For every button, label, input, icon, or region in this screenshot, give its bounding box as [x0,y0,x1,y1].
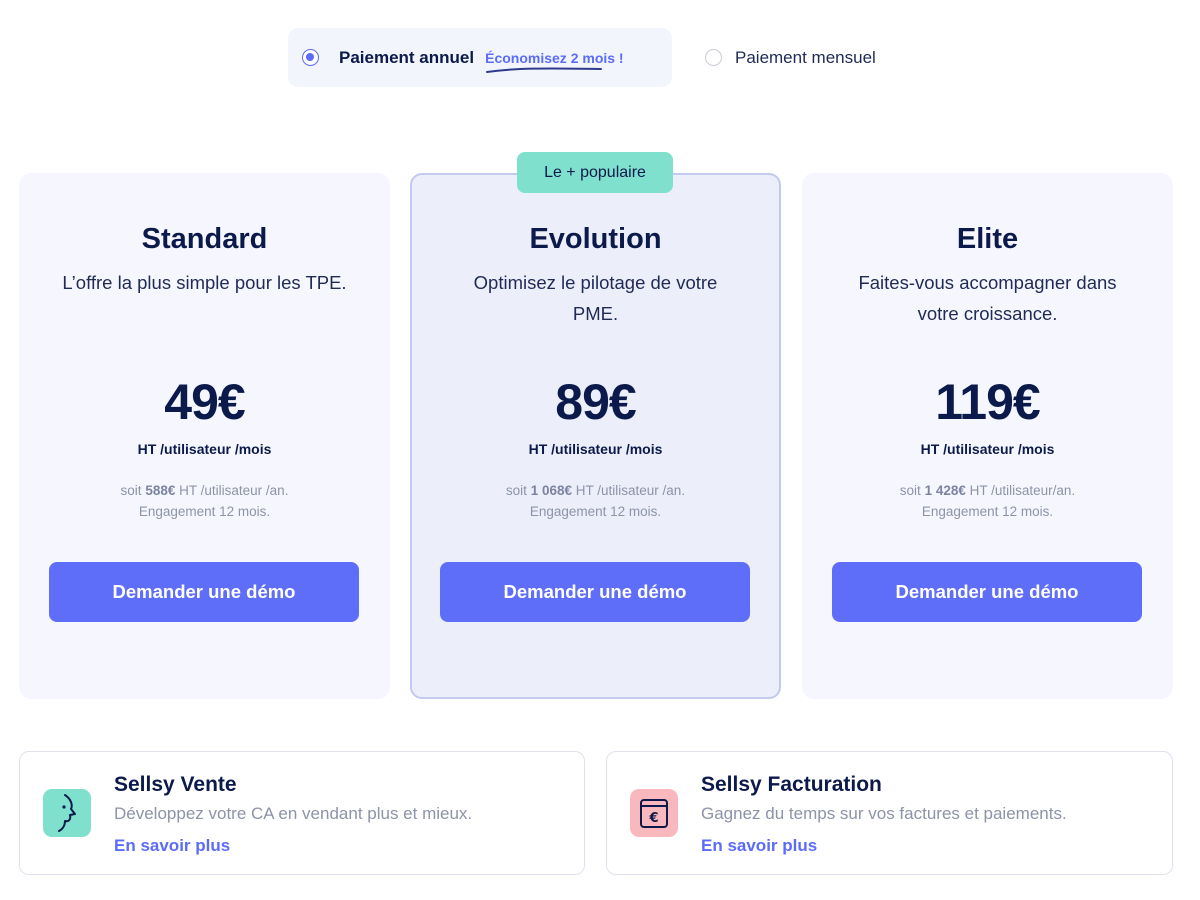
annual-suffix: HT /utilisateur/an. [969,483,1076,498]
annual-amount: 588€ [145,483,176,498]
savings-text: Économisez 2 mois ! [485,49,624,66]
billing-annual-option[interactable]: Paiement annuel Économisez 2 mois ! [288,28,672,87]
learn-more-link-facturation[interactable]: En savoir plus [701,836,817,856]
learn-more-link-vente[interactable]: En savoir plus [114,836,230,856]
plan-description: L’offre la plus simple pour les TPE. [62,272,347,293]
plan-card-evolution: Evolution Optimisez le pilotage de votre… [410,173,781,699]
plan-annual-info: soit 588€ HT /utilisateur /an. Engagemen… [19,480,390,522]
plan-price-unit: HT /utilisateur /mois [528,441,663,457]
annual-radio[interactable] [302,49,319,66]
demo-button-standard[interactable]: Demander une démo [49,562,359,622]
annual-suffix: HT /utilisateur /an. [575,483,686,498]
annual-prefix: soit [505,483,527,498]
demo-button-elite[interactable]: Demander une démo [832,562,1142,622]
plan-price-unit: HT /utilisateur /mois [137,441,272,457]
plan-name: Evolution [529,223,662,255]
plan-price-unit: HT /utilisateur /mois [920,441,1055,457]
product-description: Développez votre CA en vendant plus et m… [114,804,473,823]
demo-button-evolution[interactable]: Demander une démo [440,562,750,622]
plan-card-elite: Elite Faites-vous accompagner dans votre… [802,173,1173,699]
plan-annual-info: soit 1 068€ HT /utilisateur /an. Engagem… [412,480,779,522]
commitment-text: Engagement 12 mois. [138,504,271,519]
product-card-facturation: € Sellsy Facturation Gagnez du temps sur… [606,751,1173,875]
annual-amount: 1 068€ [530,483,572,498]
svg-text:€: € [648,811,658,826]
plan-name: Elite [956,223,1019,255]
commitment-text: Engagement 12 mois. [529,504,662,519]
plan-price: 49€ [164,374,245,430]
product-title: Sellsy Vente [114,773,237,796]
product-description: Gagnez du temps sur vos factures et paie… [701,804,1067,823]
commitment-text: Engagement 12 mois. [921,504,1054,519]
billing-monthly-option[interactable]: Paiement mensuel [705,28,876,87]
plan-price: 119€ [935,374,1040,430]
annual-suffix: HT /utilisateur /an. [179,483,289,498]
plan-description: Faites-vous accompagner dans votre crois… [858,272,1117,324]
euro-invoice-icon: € [630,789,678,837]
popular-badge: Le + populaire [517,152,673,193]
underline-stroke-icon [486,66,603,73]
plan-card-standard: Standard L’offre la plus simple pour les… [19,173,390,699]
monthly-radio[interactable] [705,49,722,66]
monthly-label: Paiement mensuel [735,47,876,67]
plan-annual-info: soit 1 428€ HT /utilisateur/an. Engageme… [802,480,1173,522]
annual-label: Paiement annuel [339,47,475,67]
product-card-vente: Sellsy Vente Développez votre CA en vend… [19,751,585,875]
plan-name: Standard [141,223,268,255]
plan-description: Optimisez le pilotage de votre PME. [473,272,718,324]
face-profile-icon [43,789,91,837]
plan-price: 89€ [555,374,636,430]
annual-prefix: soit [899,483,921,498]
annual-amount: 1 428€ [924,483,966,498]
product-title: Sellsy Facturation [701,773,882,796]
savings-label: Économisez 2 mois ! [485,49,624,73]
annual-prefix: soit [120,483,142,498]
